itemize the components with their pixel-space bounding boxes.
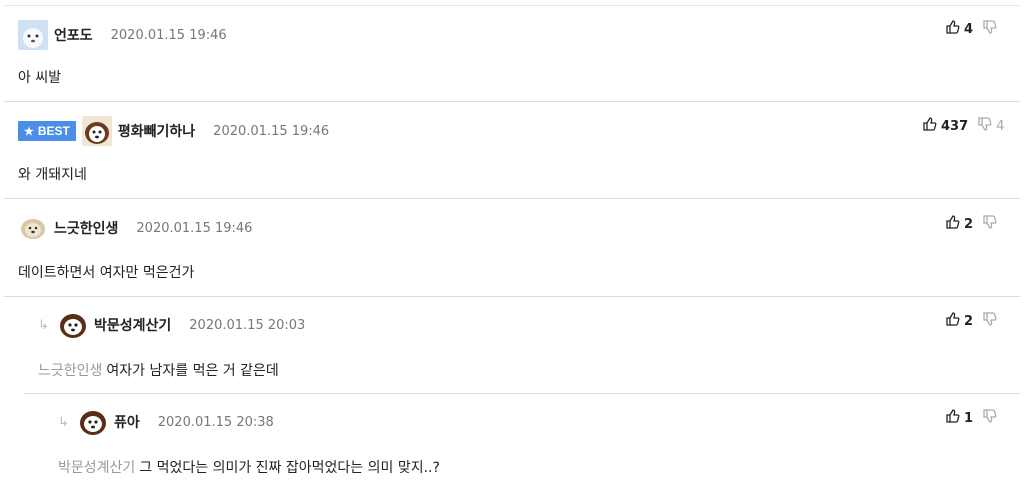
vote-controls: 1: [946, 409, 1001, 427]
thumbs-up-icon: [946, 409, 960, 427]
comment-divider: [4, 101, 1020, 102]
upvote-count: 4: [964, 21, 974, 37]
thumbs-up-icon: [923, 117, 937, 135]
upvote-count: 2: [964, 313, 974, 329]
reply-arrow-icon: ↳: [38, 317, 49, 333]
upvote-button[interactable]: 2: [946, 215, 973, 233]
vote-controls: 2: [946, 215, 1001, 233]
avatar[interactable]: [81, 116, 112, 146]
comment-body: 여자가 남자를 먹은 거 같은데: [106, 363, 279, 379]
comment-nickname[interactable]: 느긋한인생: [54, 218, 118, 238]
avatar[interactable]: [58, 310, 88, 340]
mention-link[interactable]: 박문성계산기: [58, 460, 135, 476]
thumbs-down-icon: [983, 312, 997, 330]
thumbs-up-icon: [946, 20, 960, 38]
upvote-button[interactable]: 2: [946, 312, 973, 330]
downvote-button[interactable]: 4: [978, 117, 1004, 135]
comment-meta: ↳ 퓨아 2020.01.15 20:38: [58, 407, 274, 437]
comment-text: 박문성계산기 그 먹었다는 의미가 진짜 잡아먹었다는 의미 맞지..?: [58, 457, 440, 477]
comment-date: 2020.01.15 19:46: [213, 123, 330, 139]
comment-text: 느긋한인생 여자가 남자를 먹은 거 같은데: [38, 360, 279, 380]
vote-controls: 437 4: [923, 117, 1004, 135]
thumbs-up-icon: [946, 215, 960, 233]
thumbs-down-icon: [983, 215, 997, 233]
comment-date: 2020.01.15 19:46: [110, 27, 227, 43]
downvote-button[interactable]: [983, 312, 1001, 330]
comment-date: 2020.01.15 19:46: [136, 220, 253, 236]
comment-text: 와 개돼지네: [18, 167, 87, 183]
downvote-button[interactable]: [983, 215, 1001, 233]
upvote-count: 437: [941, 118, 969, 134]
comment-divider: [24, 393, 1020, 394]
thumbs-down-icon: [983, 409, 997, 427]
comment-date: 2020.01.15 20:03: [189, 317, 306, 333]
avatar[interactable]: [78, 407, 108, 437]
vote-controls: 2: [946, 312, 1001, 330]
comment-body: 그 먹었다는 의미가 진짜 잡아먹었다는 의미 맞지..?: [139, 460, 440, 476]
comment-date: 2020.01.15 20:38: [157, 414, 274, 430]
upvote-button[interactable]: 437: [923, 117, 968, 135]
best-badge-label: BEST: [37, 124, 70, 138]
best-badge: ★ BEST: [18, 121, 76, 141]
upvote-button[interactable]: 1: [946, 409, 973, 427]
mention-link[interactable]: 느긋한인생: [38, 363, 102, 379]
comment-divider: [4, 198, 1020, 199]
avatar[interactable]: [18, 213, 48, 243]
thumbs-down-icon: [978, 117, 992, 135]
upvote-button[interactable]: 4: [946, 20, 973, 38]
comment-nickname[interactable]: 평화빼기하나: [118, 121, 195, 141]
downvote-button[interactable]: [983, 409, 1001, 427]
reply-arrow-icon: ↳: [58, 414, 69, 430]
comment-meta: ↳ 박문성계산기 2020.01.15 20:03: [38, 310, 305, 340]
thumbs-down-icon: [983, 20, 997, 38]
comment-text: 데이트하면서 여자만 먹은건가: [18, 265, 195, 281]
top-divider: [4, 5, 1020, 6]
avatar[interactable]: [18, 20, 48, 50]
comment-text: 아 씨발: [18, 70, 62, 86]
vote-controls: 4: [946, 20, 1001, 38]
downvote-button[interactable]: [983, 20, 1001, 38]
comment-nickname[interactable]: 퓨아: [114, 412, 140, 432]
comment-nickname[interactable]: 언포도: [54, 25, 93, 45]
comment-meta: ★ BEST 평화빼기하나 2020.01.15 19:46: [18, 116, 329, 146]
upvote-count: 2: [964, 216, 974, 232]
star-icon: ★: [24, 125, 34, 138]
comment-divider: [4, 296, 1020, 297]
downvote-count: 4: [996, 118, 1005, 134]
comment-meta: 언포도 2020.01.15 19:46: [18, 20, 227, 50]
thumbs-up-icon: [946, 312, 960, 330]
upvote-count: 1: [964, 410, 974, 426]
comment-meta: 느긋한인생 2020.01.15 19:46: [18, 213, 252, 243]
comment-nickname[interactable]: 박문성계산기: [94, 315, 171, 335]
